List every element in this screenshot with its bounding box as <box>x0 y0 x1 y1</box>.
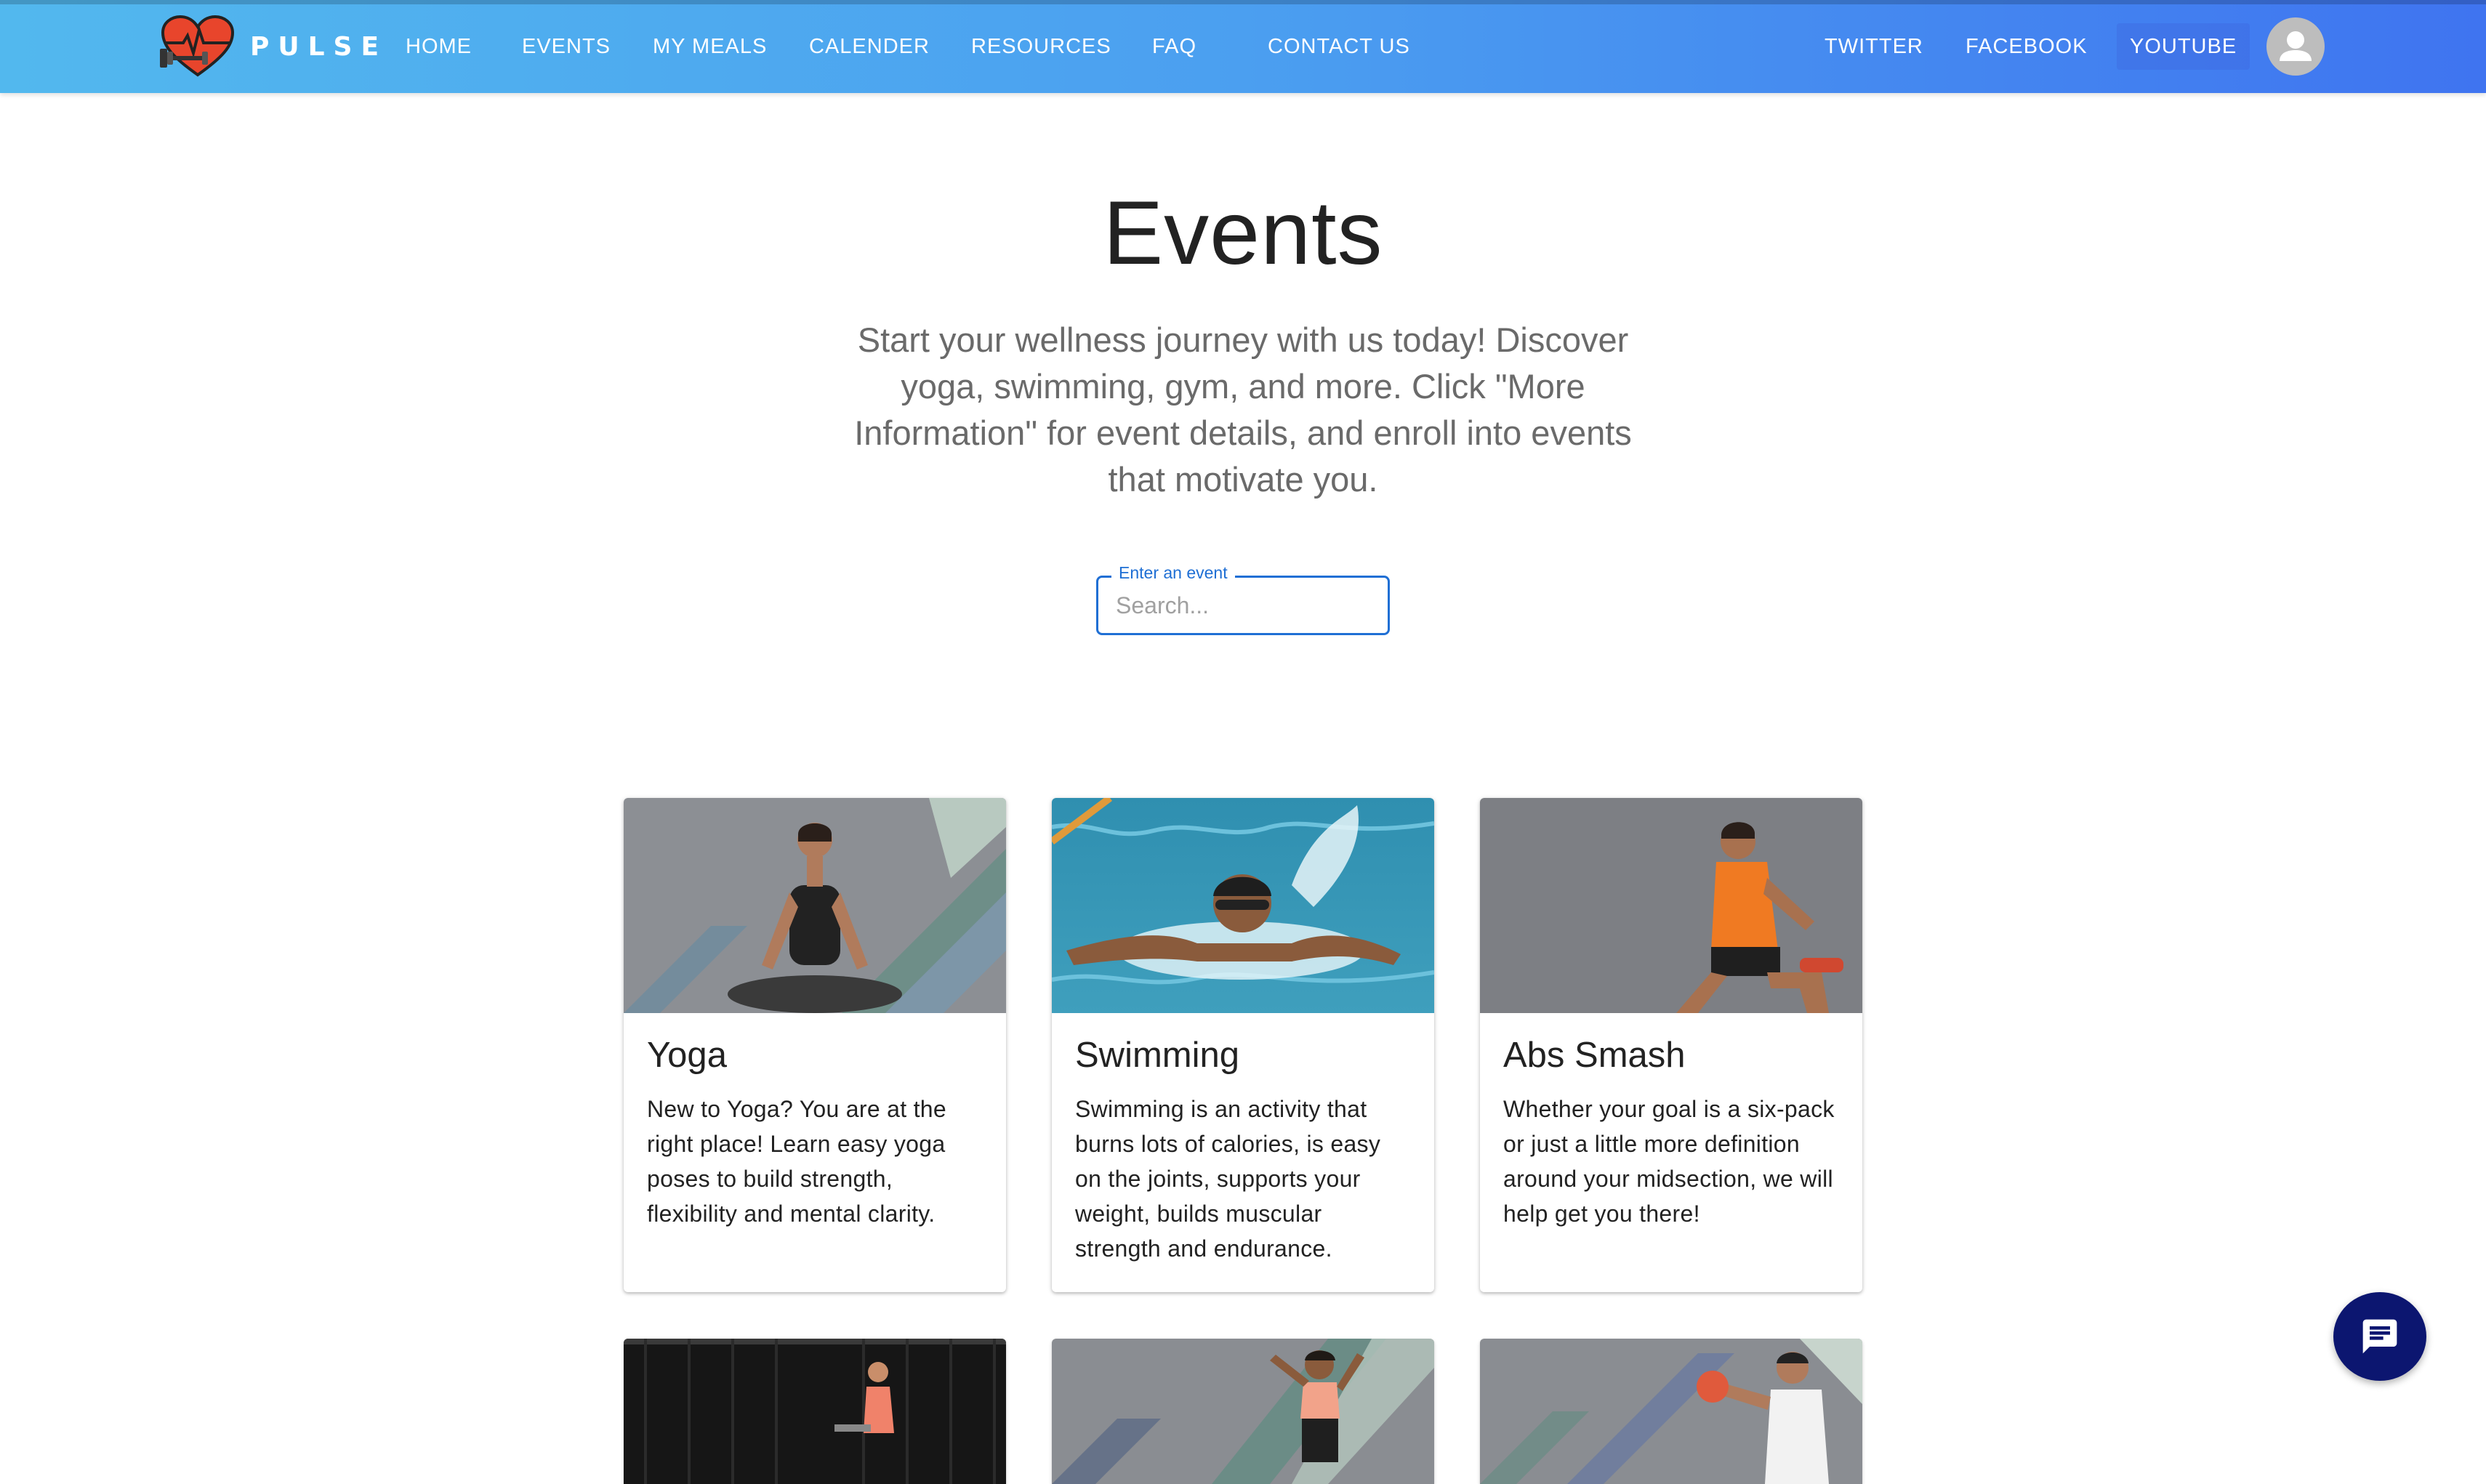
treadmill-photo <box>624 1339 1006 1484</box>
dance-photo <box>1052 1339 1434 1484</box>
heart-dumbbell-icon <box>160 15 235 77</box>
nav-my-meals[interactable]: MY MEALS <box>653 31 767 62</box>
person-icon <box>2280 31 2312 61</box>
nav-youtube[interactable]: YOUTUBE <box>2117 23 2250 70</box>
swimming-photo <box>1052 798 1434 1013</box>
nav-calender[interactable]: CALENDER <box>809 31 930 62</box>
card-title: Yoga <box>647 1036 727 1075</box>
boxing-photo <box>1480 1339 1862 1484</box>
event-card-swimming[interactable]: Swimming Swimming is an activity that bu… <box>1052 798 1434 1292</box>
card-title: Swimming <box>1075 1036 1239 1075</box>
card-description: Whether your goal is a six-pack or just … <box>1503 1096 1835 1227</box>
chat-button[interactable] <box>2333 1292 2426 1381</box>
card-description: New to Yoga? You are at the right place!… <box>647 1096 947 1227</box>
chat-icon <box>2362 1319 2397 1354</box>
event-card-dance[interactable] <box>1052 1339 1434 1484</box>
event-search-field[interactable]: Enter an event <box>1096 563 1390 635</box>
nav-faq[interactable]: FAQ <box>1152 31 1196 62</box>
nav-facebook[interactable]: FACEBOOK <box>1966 31 2088 62</box>
event-card-abs-smash[interactable]: Abs Smash Whether your goal is a six-pac… <box>1480 798 1862 1292</box>
event-card-yoga[interactable]: Yoga New to Yoga? You are at the right p… <box>624 798 1006 1292</box>
abs-photo <box>1480 798 1862 1013</box>
brand[interactable]: PULSE <box>158 10 387 83</box>
nav-home[interactable]: HOME <box>406 31 472 62</box>
search-input[interactable] <box>1114 588 1376 623</box>
event-card-treadmill[interactable] <box>624 1339 1006 1484</box>
event-card-boxing[interactable] <box>1480 1339 1862 1484</box>
yoga-photo <box>624 798 1006 1013</box>
nav-twitter[interactable]: TWITTER <box>1825 31 1923 62</box>
top-navbar: PULSE HOME EVENTS MY MEALS CALENDER RESO… <box>0 0 2486 93</box>
user-avatar-icon[interactable] <box>2266 17 2325 76</box>
card-title: Abs Smash <box>1503 1036 1686 1075</box>
card-description: Swimming is an activity that burns lots … <box>1075 1096 1381 1262</box>
nav-contact-us[interactable]: CONTACT US <box>1268 31 1410 62</box>
nav-resources[interactable]: RESOURCES <box>971 31 1111 62</box>
brand-name: PULSE <box>250 31 388 62</box>
search-label: Enter an event <box>1111 563 1235 583</box>
page-title: Events <box>1103 183 1383 283</box>
nav-events[interactable]: EVENTS <box>522 31 611 62</box>
page-intro: Start your wellness journey with us toda… <box>854 320 1632 499</box>
